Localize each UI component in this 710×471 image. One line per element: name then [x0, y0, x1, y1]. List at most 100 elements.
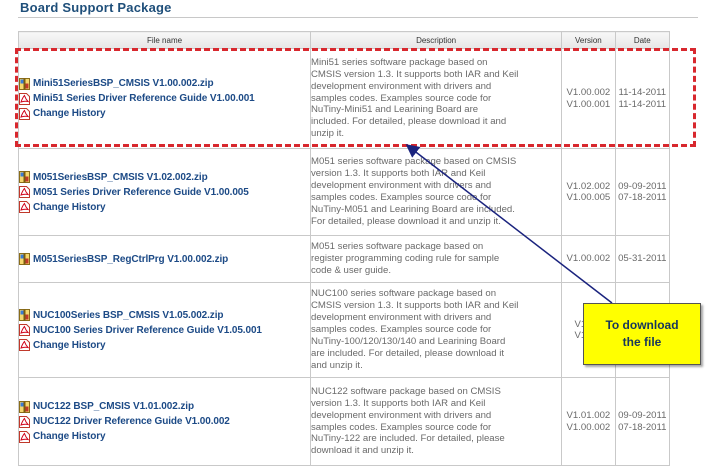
download-link[interactable]: M051SeriesBSP_RegCtrlPrg V1.00.002.zip	[33, 254, 228, 265]
description-line: CMSIS version 1.3. It supports both IAR …	[311, 300, 519, 312]
version-cell: V1.00.002	[561, 235, 616, 283]
version-value: V1.00.001	[566, 98, 611, 110]
download-link[interactable]: NUC100Series BSP_CMSIS V1.05.002.zip	[33, 310, 223, 321]
pdf-icon	[19, 416, 30, 428]
file-item: Change History	[19, 106, 310, 121]
pdf-icon	[19, 431, 30, 443]
description-line: register programming coding rule for sam…	[311, 253, 500, 265]
zip-icon	[19, 253, 30, 265]
download-link[interactable]: Change History	[33, 431, 106, 442]
file-item: NUC100 Series Driver Reference Guide V1.…	[19, 323, 310, 338]
description-line: development environment with drivers and	[311, 409, 492, 421]
download-link[interactable]: NUC122 BSP_CMSIS V1.01.002.zip	[33, 401, 194, 412]
date-cell: 05-31-2011	[614, 235, 671, 283]
file-cell: M051SeriesBSP_RegCtrlPrg V1.00.002.zip	[18, 235, 311, 283]
zip-icon	[19, 78, 30, 90]
date-value: 11-14-2011	[618, 87, 667, 98]
date-cell: 09-09-2011 07-18-2011	[614, 377, 671, 466]
description-line: samples codes. Examples source code for	[311, 192, 492, 203]
description-cell: NUC122 software package based on CMSIS v…	[309, 377, 563, 466]
description-line: NuTiny-122 are included. For detailed, p…	[311, 433, 505, 445]
pdf-icon	[19, 324, 30, 336]
pdf-icon	[19, 93, 30, 105]
description-line: samples codes. Examples source code for	[311, 324, 492, 336]
version-value: V1.00.002	[566, 421, 611, 433]
pdf-icon	[19, 186, 30, 198]
description-line: code & user guide.	[311, 264, 392, 276]
file-cell: NUC122 BSP_CMSIS V1.01.002.zip NUC122 Dr…	[18, 377, 311, 466]
file-item: M051SeriesBSP_CMSIS V1.02.002.zip	[19, 170, 310, 185]
description-line: download it and unzip it.	[311, 445, 414, 457]
table-row: M051SeriesBSP_CMSIS V1.02.002.zip M051 S…	[18, 148, 671, 236]
file-item: Mini51 Series Driver Reference Guide V1.…	[19, 91, 310, 106]
col-header-version: Version	[561, 31, 616, 49]
download-link[interactable]: Change History	[33, 108, 106, 119]
description-line: unzip it.	[311, 128, 345, 140]
table-row: M051SeriesBSP_RegCtrlPrg V1.00.002.zip M…	[18, 235, 671, 283]
download-link[interactable]: M051SeriesBSP_CMSIS V1.02.002.zip	[33, 172, 208, 183]
version-value: V1.01.002	[566, 410, 611, 421]
file-item: Change History	[19, 200, 310, 215]
description-line: development environment with drivers and	[311, 312, 492, 324]
description-line: included. For detailed, please download …	[311, 116, 507, 128]
download-link[interactable]: Mini51 Series Driver Reference Guide V1.…	[33, 93, 255, 104]
download-link[interactable]: Change History	[33, 340, 106, 351]
download-link[interactable]: Change History	[33, 202, 106, 213]
date-value: 09-09-2011	[618, 410, 667, 421]
download-link[interactable]: NUC122 Driver Reference Guide V1.00.002	[33, 416, 230, 427]
description-line: samples codes. Examples source code for	[311, 421, 492, 433]
description-line: and unzip it.	[311, 359, 363, 371]
download-link[interactable]: M051 Series Driver Reference Guide V1.00…	[33, 187, 249, 198]
bsp-table: File name Description Version Date Mini5…	[18, 31, 671, 466]
pdf-icon	[19, 108, 30, 120]
title-divider	[18, 17, 698, 18]
download-link[interactable]: NUC100 Series Driver Reference Guide V1.…	[33, 325, 262, 336]
zip-icon	[19, 401, 30, 413]
version-cell: V1.02.002 V1.00.005	[561, 148, 616, 236]
version-value: V1.02.002	[566, 180, 611, 192]
version-cell: V1.00.002 V1.00.001	[561, 48, 616, 149]
version-value: V1.00.002	[566, 87, 611, 98]
date-value: 11-14-2011	[618, 98, 667, 110]
download-callout: To download the file	[583, 303, 701, 365]
file-cell: NUC100Series BSP_CMSIS V1.05.002.zip NUC…	[18, 282, 311, 378]
callout-line: To download	[605, 318, 679, 332]
download-link[interactable]: Mini51SeriesBSP_CMSIS V1.00.002.zip	[33, 78, 214, 89]
description-line: NUC100 series software package based on	[311, 288, 497, 300]
date-value: 07-18-2011	[618, 192, 667, 203]
col-header-file: File name	[18, 31, 311, 49]
date-value: 09-09-2011	[618, 180, 667, 192]
table-row: NUC122 BSP_CMSIS V1.01.002.zip NUC122 Dr…	[18, 377, 671, 466]
pdf-icon	[19, 201, 30, 213]
date-cell: 09-09-2011 07-18-2011	[614, 148, 671, 236]
description-cell: M051 series software package based on re…	[309, 235, 563, 283]
date-cell: 11-14-2011 11-14-2011	[614, 48, 671, 149]
version-cell: V1.01.002 V1.00.002	[561, 377, 616, 466]
callout-line: the file	[622, 335, 662, 349]
description-line: samples codes. Examples source code for	[311, 92, 492, 104]
description-line: version 1.3. It supports both IAR and Ke…	[311, 397, 486, 409]
col-header-description: Description	[309, 31, 563, 49]
description-line: NuTiny-Mini51 and Learining Board are	[311, 104, 479, 116]
description-line: version 1.3. It supports both IAR and Ke…	[311, 168, 486, 180]
description-line: are included. For detailed, please downl…	[311, 347, 505, 359]
file-item: Change History	[19, 338, 310, 353]
file-cell: Mini51SeriesBSP_CMSIS V1.00.002.zip Mini…	[18, 48, 311, 149]
description-line: Mini51 series software package based on	[311, 56, 488, 68]
file-item: NUC122 BSP_CMSIS V1.01.002.zip	[19, 399, 310, 414]
zip-icon	[19, 171, 30, 183]
table-header-row: File name Description Version Date	[18, 31, 671, 49]
file-item: M051SeriesBSP_RegCtrlPrg V1.00.002.zip	[19, 252, 310, 267]
description-line: NuTiny-M051 and Learining Board are incl…	[311, 203, 515, 215]
description-line: development environment with drivers and	[311, 180, 492, 192]
description-line: development environment with drivers and	[311, 80, 492, 92]
zip-icon	[19, 309, 30, 321]
description-line: M051 series software package based on CM…	[311, 156, 517, 168]
version-value: V1.00.002	[566, 253, 611, 265]
version-value: V1.00.005	[566, 192, 611, 203]
description-line: For detailed, please download it and unz…	[311, 215, 501, 227]
file-item: Change History	[19, 429, 310, 444]
description-cell: NUC100 series software package based on …	[309, 282, 563, 378]
file-cell: M051SeriesBSP_CMSIS V1.02.002.zip M051 S…	[18, 148, 311, 236]
pdf-icon	[19, 339, 30, 351]
